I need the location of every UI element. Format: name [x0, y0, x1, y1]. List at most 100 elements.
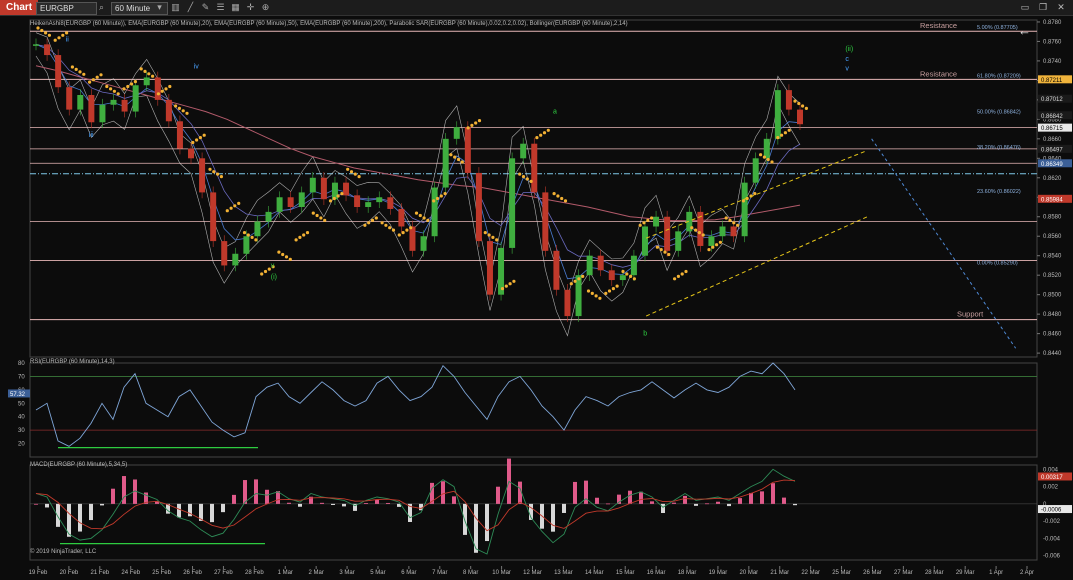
- y-tick-label: 0.8760: [1043, 39, 1062, 45]
- properties-icon[interactable]: ☰: [215, 2, 226, 13]
- candle[interactable]: [475, 172, 482, 242]
- candle[interactable]: [287, 197, 294, 208]
- candle[interactable]: [509, 158, 516, 248]
- candle[interactable]: [653, 216, 660, 227]
- candle[interactable]: [77, 94, 84, 110]
- candle[interactable]: [176, 121, 183, 149]
- candle[interactable]: [276, 197, 283, 212]
- candle[interactable]: [420, 236, 427, 251]
- candle[interactable]: [265, 211, 272, 222]
- candle[interactable]: [630, 255, 637, 276]
- minimize-icon[interactable]: ▭: [1018, 1, 1032, 14]
- chart-tab[interactable]: Chart: [0, 0, 39, 15]
- candle[interactable]: [741, 182, 748, 237]
- candle[interactable]: [143, 77, 150, 86]
- candle[interactable]: [797, 109, 803, 125]
- candle[interactable]: [154, 77, 161, 100]
- candle[interactable]: [320, 177, 327, 200]
- candle[interactable]: [365, 202, 372, 208]
- candle[interactable]: [564, 289, 571, 317]
- fib-label: 23.60% (0.86022): [977, 189, 1021, 195]
- candle[interactable]: [343, 182, 350, 196]
- candle[interactable]: [520, 143, 527, 159]
- sar-dot: [780, 133, 784, 137]
- candle[interactable]: [431, 187, 438, 237]
- candle[interactable]: [785, 90, 792, 110]
- candle[interactable]: [99, 104, 106, 123]
- candle[interactable]: [664, 216, 671, 251]
- candle[interactable]: [66, 87, 73, 110]
- sar-dot: [328, 199, 333, 203]
- candle[interactable]: [110, 99, 117, 105]
- candle[interactable]: [44, 44, 51, 56]
- sar-dot: [105, 84, 109, 89]
- pencil-icon[interactable]: ✎: [200, 2, 211, 13]
- candle[interactable]: [619, 275, 626, 281]
- y-tick-label: 0.8540: [1043, 254, 1062, 260]
- candle[interactable]: [752, 158, 759, 183]
- drawing-icon[interactable]: ╱: [185, 2, 196, 13]
- macd-signal-line[interactable]: [35, 479, 796, 532]
- candle[interactable]: [586, 255, 593, 276]
- candle[interactable]: [531, 143, 538, 193]
- fib-label: 38.20% (0.86476): [977, 145, 1021, 151]
- rsi-line[interactable]: [35, 362, 796, 447]
- candle[interactable]: [442, 138, 449, 188]
- candle[interactable]: [88, 94, 95, 123]
- candle[interactable]: [398, 208, 405, 227]
- macd-hist-bar: [331, 503, 335, 505]
- sar-dot: [122, 87, 126, 91]
- macd-line[interactable]: [35, 468, 796, 555]
- candle[interactable]: [298, 192, 305, 208]
- candle[interactable]: [243, 236, 250, 254]
- candle[interactable]: [121, 99, 128, 112]
- candle[interactable]: [774, 90, 781, 139]
- candle[interactable]: [608, 270, 615, 281]
- sar-dot: [556, 194, 560, 198]
- candle[interactable]: [409, 226, 416, 251]
- candle[interactable]: [464, 127, 471, 173]
- candle[interactable]: [719, 226, 726, 237]
- candle[interactable]: [453, 127, 460, 139]
- candle[interactable]: [542, 192, 549, 251]
- candle[interactable]: [232, 253, 239, 266]
- candle[interactable]: [33, 44, 39, 46]
- layout-icon[interactable]: ▦: [230, 2, 241, 13]
- sar-dot: [495, 238, 499, 242]
- candle[interactable]: [254, 221, 261, 237]
- close-icon[interactable]: ✕: [1054, 1, 1068, 14]
- bar-style-icon[interactable]: ▥: [170, 2, 181, 13]
- sar-dot: [133, 80, 137, 84]
- candle[interactable]: [675, 231, 682, 251]
- candle[interactable]: [165, 99, 172, 122]
- candle[interactable]: [730, 226, 737, 237]
- candle[interactable]: [221, 241, 228, 266]
- candle[interactable]: [763, 138, 770, 159]
- annotation-label: Support: [957, 310, 984, 319]
- chevron-down-icon[interactable]: ▾: [154, 2, 165, 13]
- back-arrow-icon[interactable]: ←: [1018, 23, 1031, 38]
- sar-dot: [380, 221, 384, 225]
- projection-line[interactable]: [871, 138, 1017, 349]
- candle[interactable]: [641, 226, 648, 256]
- candle[interactable]: [354, 195, 361, 208]
- candle[interactable]: [553, 250, 560, 290]
- symbol-selector[interactable]: EURGBP: [36, 2, 97, 15]
- candle[interactable]: [309, 177, 316, 193]
- candle[interactable]: [486, 241, 493, 295]
- search-icon[interactable]: ⌕: [96, 2, 107, 13]
- candle[interactable]: [199, 158, 206, 193]
- candle[interactable]: [376, 197, 383, 203]
- candle[interactable]: [188, 148, 195, 159]
- candle[interactable]: [387, 197, 394, 209]
- candle[interactable]: [597, 255, 604, 271]
- restore-icon[interactable]: ❐: [1036, 1, 1050, 14]
- candle[interactable]: [55, 55, 62, 88]
- candle[interactable]: [708, 236, 715, 246]
- cursor-icon[interactable]: ✛: [245, 2, 256, 13]
- chart-canvas[interactable]: 0.87800.87600.87400.87200.87000.86800.86…: [0, 15, 1073, 580]
- candle[interactable]: [210, 192, 217, 242]
- zoom-icon[interactable]: ⊕: [260, 2, 271, 13]
- macd-hist-bar: [738, 498, 742, 504]
- candle[interactable]: [132, 85, 139, 112]
